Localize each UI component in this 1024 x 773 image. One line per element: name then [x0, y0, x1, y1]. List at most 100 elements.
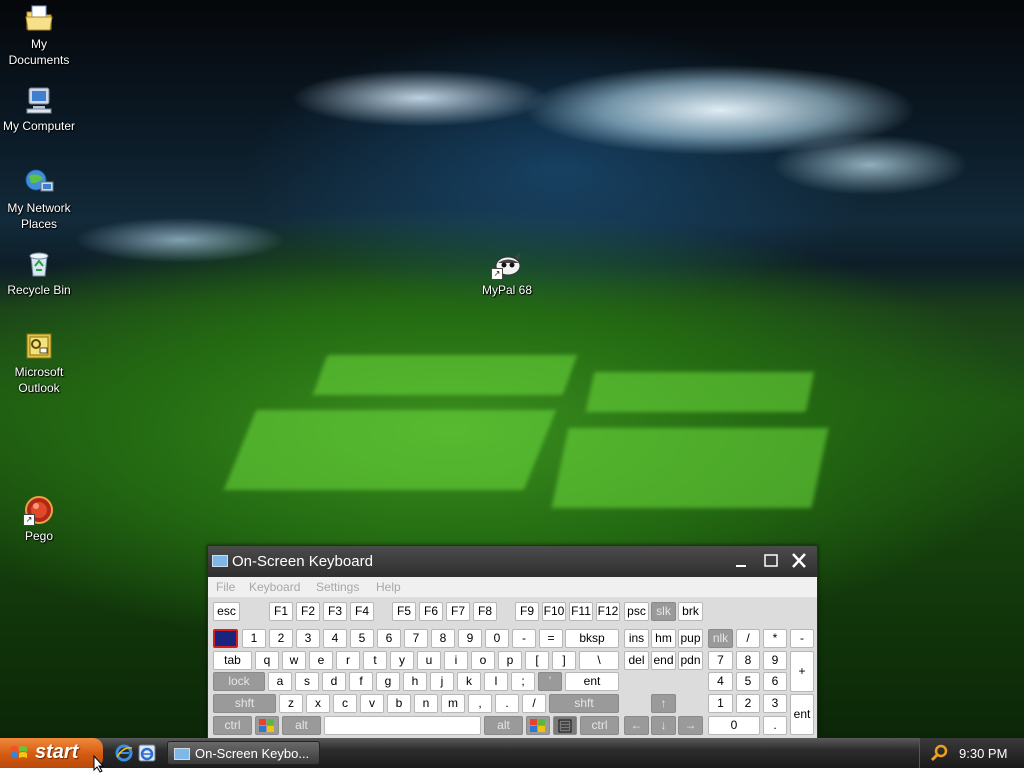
key-z[interactable]: z [279, 694, 303, 713]
key-left-bracket[interactable]: [ [525, 651, 549, 670]
menu-help[interactable]: Help [376, 580, 401, 594]
key-8[interactable]: 8 [431, 629, 455, 648]
key-slash[interactable]: / [522, 694, 546, 713]
key-p[interactable]: p [498, 651, 522, 670]
desktop-icon-my-network-places[interactable]: My Network Places [0, 166, 78, 232]
key-insert[interactable]: ins [624, 629, 649, 648]
key-end[interactable]: end [651, 651, 676, 670]
key-left-shift[interactable]: shft [213, 694, 276, 713]
close-button[interactable] [788, 551, 810, 571]
key-t[interactable]: t [363, 651, 387, 670]
key-num-5[interactable]: 5 [736, 672, 760, 691]
key-period[interactable]: . [495, 694, 519, 713]
key-f4[interactable]: F4 [350, 602, 374, 621]
key-num-9[interactable]: 9 [763, 651, 787, 670]
key-right-shift[interactable]: shft [549, 694, 619, 713]
key-arrow-up[interactable]: ↑ [651, 694, 676, 713]
key-right-ctrl[interactable]: ctrl [580, 716, 619, 735]
key-num-8[interactable]: 8 [736, 651, 760, 670]
key-semicolon[interactable]: ; [511, 672, 535, 691]
on-screen-keyboard-window[interactable]: On-Screen Keyboard File Keyboard Setting… [207, 545, 818, 739]
key-s[interactable]: s [295, 672, 319, 691]
key-4[interactable]: 4 [323, 629, 347, 648]
key-f11[interactable]: F11 [569, 602, 593, 621]
key-delete[interactable]: del [624, 651, 649, 670]
key-enter[interactable]: ent [565, 672, 619, 691]
key-num-divide[interactable]: / [736, 629, 760, 648]
taskbar-button-on-screen-keyboard[interactable]: On-Screen Keybo... [167, 741, 320, 765]
window-titlebar[interactable]: On-Screen Keyboard [208, 546, 817, 577]
key-space[interactable] [324, 716, 481, 735]
key-e[interactable]: e [309, 651, 333, 670]
key-i[interactable]: i [444, 651, 468, 670]
key-apostrophe[interactable]: ' [538, 672, 562, 691]
key-arrow-right[interactable]: → [678, 716, 703, 735]
key-f6[interactable]: F6 [419, 602, 443, 621]
key-left-windows[interactable] [255, 716, 279, 735]
key-w[interactable]: w [282, 651, 306, 670]
key-u[interactable]: u [417, 651, 441, 670]
desktop-icon-pego[interactable]: ↗ Pego [0, 494, 78, 544]
key-num-enter[interactable]: ent [790, 694, 814, 735]
key-f[interactable]: f [349, 672, 373, 691]
key-right-alt[interactable]: alt [484, 716, 523, 735]
key-m[interactable]: m [441, 694, 465, 713]
key-backslash[interactable]: \ [579, 651, 619, 670]
key-minus[interactable]: - [512, 629, 536, 648]
key-a[interactable]: a [268, 672, 292, 691]
key-num-4[interactable]: 4 [708, 672, 733, 691]
start-button[interactable]: start [0, 738, 103, 768]
key-home[interactable]: hm [651, 629, 676, 648]
desktop-icon-recycle-bin[interactable]: Recycle Bin [0, 248, 78, 298]
key-c[interactable]: c [333, 694, 357, 713]
key-k[interactable]: k [457, 672, 481, 691]
key-page-up[interactable]: pup [678, 629, 703, 648]
key-6[interactable]: 6 [377, 629, 401, 648]
key-num-minus[interactable]: - [790, 629, 814, 648]
key-f9[interactable]: F9 [515, 602, 539, 621]
key-application-menu[interactable] [553, 716, 577, 735]
key-num-plus[interactable]: + [790, 651, 814, 692]
key-2[interactable]: 2 [269, 629, 293, 648]
menu-file[interactable]: File [216, 580, 235, 594]
key-page-down[interactable]: pdn [678, 651, 703, 670]
desktop-icon-mypal[interactable]: ↗ MyPal 68 [468, 248, 546, 298]
quick-launch-ie-alt[interactable] [138, 744, 156, 762]
minimize-button[interactable] [730, 551, 752, 571]
key-num-decimal[interactable]: . [763, 716, 787, 735]
key-f12[interactable]: F12 [596, 602, 620, 621]
key-9[interactable]: 9 [458, 629, 482, 648]
key-f8[interactable]: F8 [473, 602, 497, 621]
key-backspace[interactable]: bksp [565, 629, 619, 648]
menu-settings[interactable]: Settings [316, 580, 359, 594]
key-f10[interactable]: F10 [542, 602, 566, 621]
key-num-2[interactable]: 2 [736, 694, 760, 713]
key-f3[interactable]: F3 [323, 602, 347, 621]
key-comma[interactable]: , [468, 694, 492, 713]
key-q[interactable]: q [255, 651, 279, 670]
key-print-screen[interactable]: psc [624, 602, 649, 621]
key-scroll-lock[interactable]: slk [651, 602, 676, 621]
key-num-0[interactable]: 0 [708, 716, 760, 735]
key-num-1[interactable]: 1 [708, 694, 733, 713]
key-5[interactable]: 5 [350, 629, 374, 648]
key-f7[interactable]: F7 [446, 602, 470, 621]
key-d[interactable]: d [322, 672, 346, 691]
key-f1[interactable]: F1 [269, 602, 293, 621]
search-icon[interactable] [930, 744, 948, 762]
key-tab[interactable]: tab [213, 651, 252, 670]
key-num-6[interactable]: 6 [763, 672, 787, 691]
key-caps-lock[interactable]: lock [213, 672, 265, 691]
desktop-icon-my-computer[interactable]: My Computer [0, 84, 78, 134]
clock[interactable]: 9:30 PM [959, 746, 1007, 761]
key-n[interactable]: n [414, 694, 438, 713]
key-esc[interactable]: esc [213, 602, 240, 621]
key-equals[interactable]: = [539, 629, 563, 648]
key-right-windows[interactable] [526, 716, 550, 735]
key-0[interactable]: 0 [485, 629, 509, 648]
key-o[interactable]: o [471, 651, 495, 670]
desktop-icon-my-documents[interactable]: My Documents [0, 2, 78, 68]
menu-keyboard[interactable]: Keyboard [249, 580, 300, 594]
key-left-ctrl[interactable]: ctrl [213, 716, 252, 735]
key-f5[interactable]: F5 [392, 602, 416, 621]
